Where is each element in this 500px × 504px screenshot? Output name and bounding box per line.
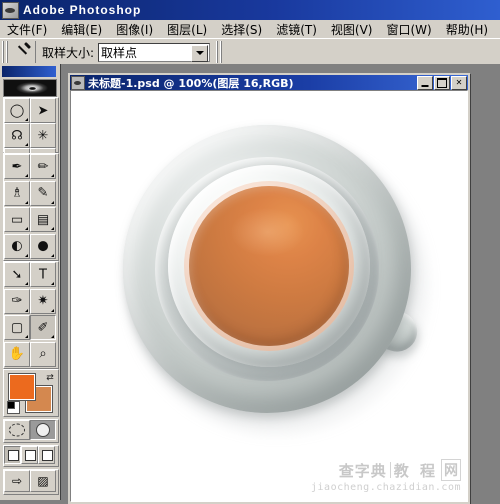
mask-mode-group [3, 419, 59, 443]
menu-edit[interactable]: 编辑(E) [54, 20, 109, 39]
tea-liquid [189, 186, 349, 346]
standard-screen-mode-button[interactable] [4, 446, 21, 464]
screen-mode-group [3, 445, 59, 467]
menu-file[interactable]: 文件(F) [0, 20, 54, 39]
brush-tool[interactable]: ✏ [30, 154, 56, 179]
tea-highlight [230, 208, 305, 257]
watermark-section: 教 程 [393, 461, 438, 480]
cup-interior [184, 181, 354, 351]
application-titlebar: Adobe Photoshop [0, 0, 500, 20]
document-title: 未标题-1.psd @ 100%(图层 16,RGB) [88, 76, 294, 90]
photoshop-window: Adobe Photoshop 文件(F) 编辑(E) 图像(I) 图层(L) … [0, 0, 500, 504]
gradient-tool[interactable]: ▤ [30, 207, 56, 232]
options-bar-end-grip [216, 41, 223, 63]
tool-options-bar: 取样大小: 取样点 [0, 38, 500, 66]
menu-layer[interactable]: 图层(L) [160, 20, 214, 39]
menubar: 文件(F) 编辑(E) 图像(I) 图层(L) 选择(S) 滤镜(T) 视图(V… [0, 20, 500, 39]
menu-view[interactable]: 视图(V) [324, 20, 380, 39]
options-bar-drag-grip[interactable] [2, 41, 8, 63]
eraser-tool[interactable]: ▭ [4, 207, 30, 232]
maximize-button[interactable] [434, 75, 450, 90]
application-title: Adobe Photoshop [23, 3, 142, 17]
type-tool[interactable]: T [30, 262, 56, 287]
toolbox-group-vector: ➘ T ✑ ✷ ▢ ✐ ✋ ⌕ [3, 261, 59, 369]
toolbox-palette: ◯ ➤ ☊ ✳ ⌗ ✒ ✒ ✏ ♗ ✎ ▭ ▤ ◐ ● ➘ T ✑ [0, 64, 61, 500]
watermark: 查字典 教 程 网 jiaocheng.chazidian.com [311, 459, 461, 499]
close-button[interactable]: ✕ [451, 75, 467, 90]
toolbox-group-selection: ◯ ➤ ☊ ✳ ⌗ ✒ [3, 97, 59, 173]
document-icon [71, 75, 85, 90]
standard-mode-button[interactable] [4, 420, 30, 440]
full-screen-mode-button[interactable] [38, 446, 55, 464]
lasso-tool[interactable]: ☊ [4, 123, 30, 148]
chevron-down-icon[interactable] [191, 44, 209, 62]
shape-tool[interactable]: ✷ [30, 288, 56, 314]
zoom-tool[interactable]: ⌕ [30, 341, 56, 367]
image-canvas[interactable]: 查字典 教 程 网 jiaocheng.chazidian.com [70, 90, 468, 502]
photoshop-app-icon [2, 1, 19, 19]
dodge-tool[interactable]: ● [30, 233, 56, 259]
sample-size-value: 取样点 [101, 45, 138, 60]
imageready-preview-button[interactable]: ▨ [30, 470, 56, 492]
notes-tool[interactable]: ▢ [4, 315, 30, 340]
default-colors-icon[interactable] [7, 401, 20, 414]
path-selection-tool[interactable]: ➘ [4, 262, 30, 287]
jump-to-imageready-button[interactable]: ⇨ [4, 470, 30, 492]
full-screen-with-menubar-button[interactable] [21, 446, 38, 464]
document-titlebar[interactable]: 未标题-1.psd @ 100%(图层 16,RGB) ✕ [70, 75, 468, 90]
watermark-site-name: 查字典 [338, 461, 387, 480]
watermark-suffix: 网 [441, 459, 461, 481]
teacup-artwork [71, 91, 467, 501]
clone-stamp-tool[interactable]: ♗ [4, 180, 30, 206]
sample-size-label: 取样大小: [42, 45, 95, 60]
blur-tool[interactable]: ◐ [4, 233, 30, 259]
minimize-button[interactable] [417, 75, 433, 90]
window-controls: ✕ [417, 75, 467, 90]
jump-to-group: ⇨ ▨ [3, 469, 59, 495]
healing-brush-tool[interactable]: ✒ [4, 154, 30, 179]
cup-body [168, 165, 370, 367]
toolbox-titlebar[interactable] [2, 66, 56, 77]
pen-tool[interactable]: ✑ [4, 288, 30, 314]
menu-help[interactable]: 帮助(H) [439, 20, 495, 39]
history-brush-tool[interactable]: ✎ [30, 180, 56, 206]
eyedropper-icon[interactable] [11, 41, 36, 63]
menu-image[interactable]: 图像(I) [109, 20, 160, 39]
quick-mask-mode-button[interactable] [30, 420, 56, 440]
magic-wand-tool[interactable]: ✳ [30, 123, 56, 148]
sample-size-select[interactable]: 取样点 [98, 42, 211, 62]
document-window: 未标题-1.psd @ 100%(图层 16,RGB) ✕ 查字典 教 程 网 … [68, 73, 470, 504]
marquee-tool[interactable]: ◯ [4, 98, 30, 123]
hand-tool[interactable]: ✋ [4, 341, 30, 367]
menu-filter[interactable]: 滤镜(T) [269, 20, 324, 39]
swap-colors-icon[interactable]: ⇄ [45, 372, 55, 382]
watermark-divider [389, 462, 391, 478]
toolbox-group-retouch: ✒ ✏ ♗ ✎ ▭ ▤ ◐ ● [3, 153, 59, 261]
move-tool[interactable]: ➤ [30, 98, 56, 123]
workspace: ◯ ➤ ☊ ✳ ⌗ ✒ ✒ ✏ ♗ ✎ ▭ ▤ ◐ ● ➘ T ✑ [0, 64, 500, 504]
foreground-color-swatch[interactable] [8, 373, 36, 401]
photoshop-eye-banner-icon [3, 79, 57, 97]
eyedropper-tool[interactable]: ✐ [30, 315, 56, 340]
menu-window[interactable]: 窗口(W) [379, 20, 438, 39]
menu-select[interactable]: 选择(S) [214, 20, 269, 39]
watermark-url: jiaocheng.chazidian.com [311, 482, 461, 493]
color-swatches: ⇄ [3, 369, 59, 417]
